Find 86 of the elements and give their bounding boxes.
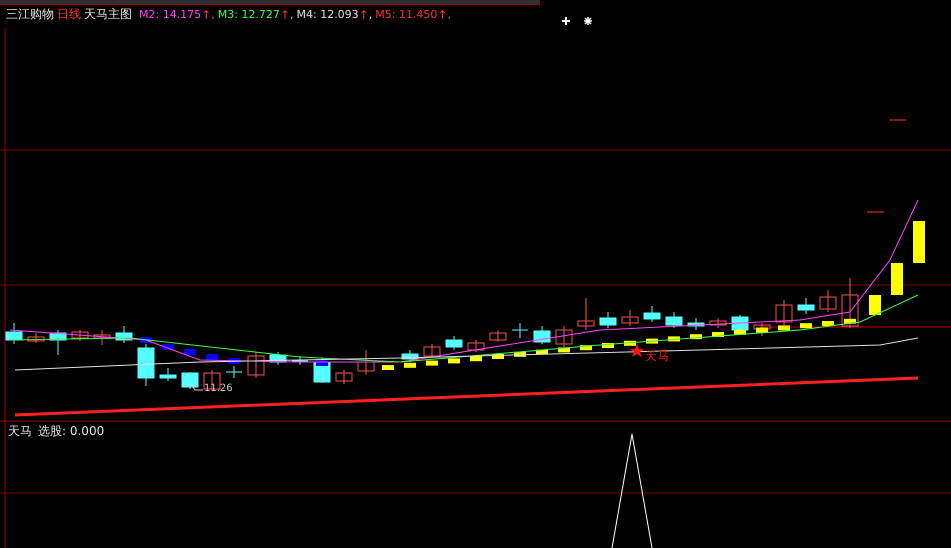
separator: , [448,8,451,22]
candlestick [402,350,418,362]
indicator-bar [558,347,570,352]
arrow-symbol: ↑ [437,8,448,22]
candlestick [358,350,374,376]
indicator-bar [712,332,724,337]
indicator-bar [580,345,592,350]
average-value: M5: 11.450 [375,8,438,22]
indicator-bar [913,221,925,263]
indicator-bar [646,338,658,344]
candlestick [556,326,572,348]
candlestick [578,298,594,330]
indicator-bar [206,354,218,360]
arrow-symbol: ↑ [358,8,369,22]
candlestick [336,370,352,384]
candlestick [424,344,440,358]
candlestick [512,322,528,338]
candlestick [776,300,792,326]
indicator-bar [869,295,881,315]
indicator-bar [822,321,834,326]
candlestick [292,356,308,366]
candlestick [50,330,66,356]
plus-icon [561,16,571,26]
candlestick [160,368,176,382]
panel-title: 天马 [8,423,32,440]
indicator-bar [514,352,526,357]
indicator-bar [756,328,768,333]
indicator-bar [382,365,394,370]
separator: , [368,8,372,22]
indicator-bar [448,358,460,364]
stock-name: 三江购物 [6,6,54,23]
indicator-bar [602,343,614,348]
candlestick [666,312,682,328]
indicator-bar [426,360,438,366]
indicator-bar [624,340,636,346]
period-label: 日线 [57,6,81,23]
candlestick [600,312,616,328]
candlestick [732,314,748,332]
indicator-bar [690,334,702,340]
asterisk-icon [583,16,593,26]
indicator-bar [470,356,482,362]
candlestick [72,330,88,342]
indicator-bar [734,330,746,335]
arrow-symbol: ↑ [280,8,290,22]
indicator-bar [492,354,504,359]
candlestick [248,352,264,378]
candlestick [754,322,770,336]
separator: , [290,8,294,22]
arrow-symbol: ↑ [201,8,212,22]
indicator-reading: 选股: 0.000 [38,423,104,440]
indicator-bar [891,263,903,295]
indicator-bar [184,349,196,355]
candlestick [182,372,198,390]
indicator-bar [536,350,548,355]
separator: , [211,8,215,22]
average-value: M4: 12.093 [296,8,359,22]
candlestick [820,290,836,312]
average-value: M3: 12.727 [218,8,280,22]
candlestick [226,366,242,378]
candlestick [710,318,726,328]
candlestick [6,322,22,344]
candlestick [644,306,660,322]
candlestick [28,332,44,344]
indicator-bar [844,318,856,324]
signal-label: 天马 [645,348,669,365]
candlestick [270,352,286,366]
candlestick [534,326,550,344]
price-label: 11.26 [204,383,233,394]
candlestick [94,330,110,346]
candlestick [446,336,462,350]
indicator-name: 天马主图 [84,6,132,23]
indicator-bar [778,325,790,330]
arrow-icon [188,383,204,390]
candlestick [622,310,638,326]
candlestick [468,340,484,352]
star-icon [630,344,644,357]
indicator-bar [668,336,680,342]
average-value: M2: 14.175 [139,8,202,22]
indicator-bar [800,323,812,328]
candlestick [116,326,132,344]
candlestick [798,298,814,314]
candlestick [842,278,858,328]
candlestick [490,330,506,342]
candlestick [688,318,704,330]
indicator-bar [404,362,416,368]
candlestick [138,344,154,386]
